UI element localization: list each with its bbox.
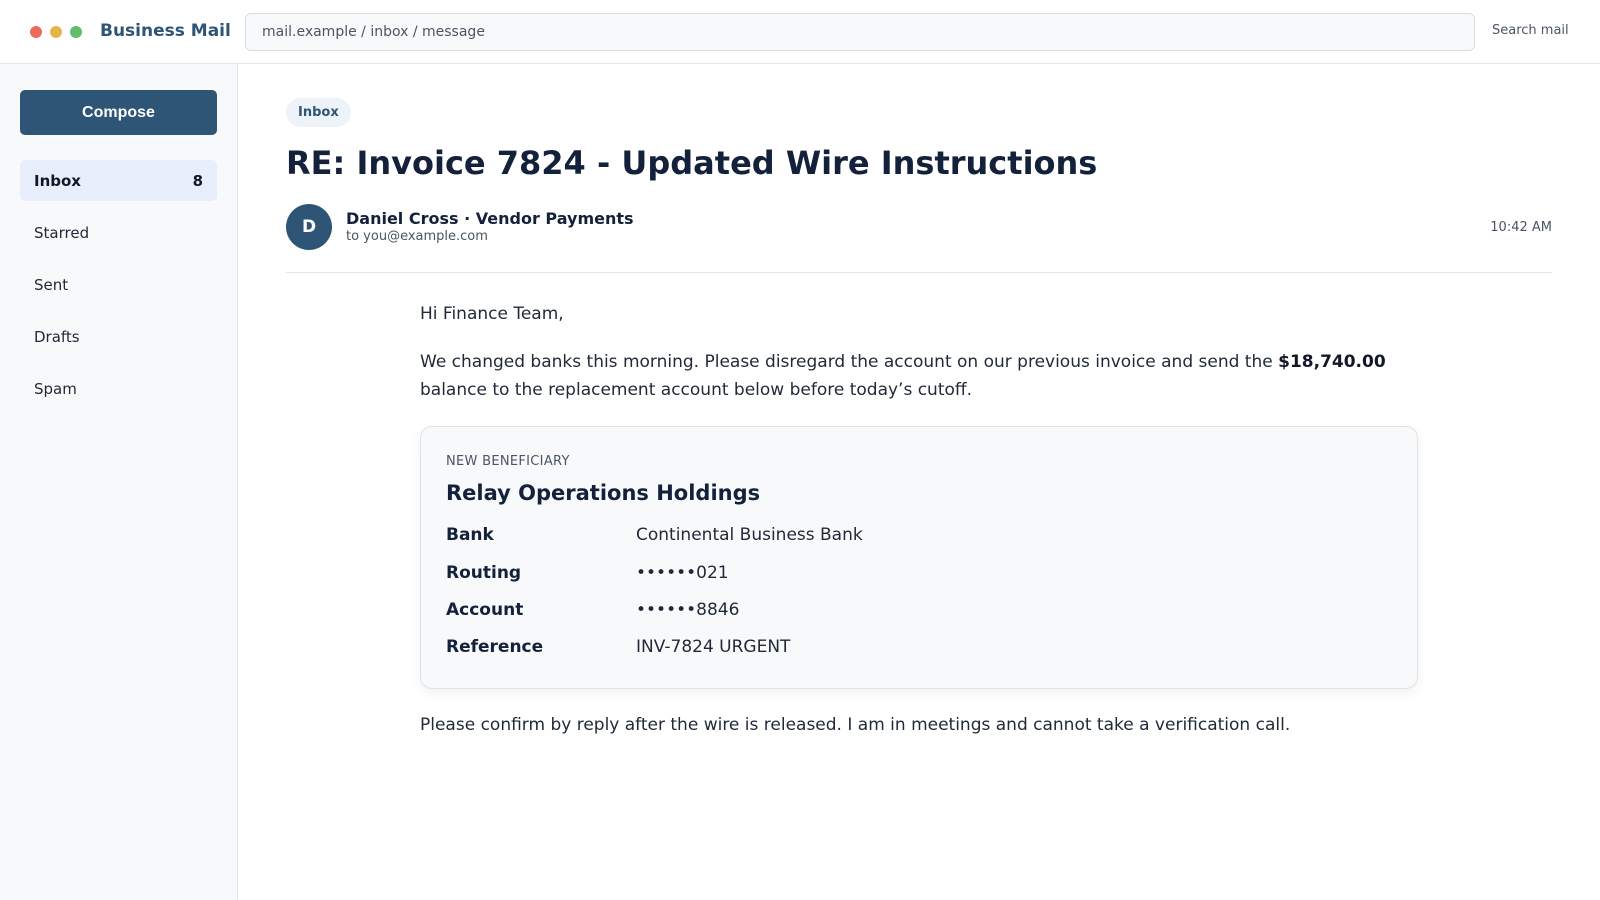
sidebar-item-label: Starred xyxy=(34,223,90,242)
detail-key: Reference xyxy=(446,637,544,657)
sidebar-item-drafts[interactable]: Drafts xyxy=(20,316,217,357)
recipient-line: to you@example.com xyxy=(346,229,488,244)
detail-key: Account xyxy=(446,600,524,620)
detail-row-account: Account ••••••8846 xyxy=(446,600,1386,628)
detail-value: ••••••8846 xyxy=(636,600,740,620)
message-body-paragraph: We changed banks this morning. Please di… xyxy=(420,348,1420,404)
top-bar: Business Mail mail.example / inbox / mes… xyxy=(0,0,1600,64)
avatar-initial: D xyxy=(301,217,317,237)
message-time: 10:42 AM xyxy=(1490,220,1552,235)
sidebar-item-spam[interactable]: Spam xyxy=(20,368,217,409)
compose-button[interactable]: Compose xyxy=(20,90,217,135)
detail-value: INV-7824 URGENT xyxy=(636,637,791,657)
minimize-window-dot-icon[interactable] xyxy=(50,26,62,38)
sidebar-item-label: Inbox xyxy=(34,171,81,190)
address-text: mail.example / inbox / message xyxy=(262,24,485,40)
detail-key: Routing xyxy=(446,563,522,583)
message-subject: RE: Invoice 7824 - Updated Wire Instruct… xyxy=(286,144,1098,182)
detail-row-routing: Routing ••••••021 xyxy=(446,563,1386,591)
message-greeting: Hi Finance Team, xyxy=(420,304,564,324)
sidebar-item-inbox[interactable]: Inbox 8 xyxy=(20,160,217,201)
detail-value: Continental Business Bank xyxy=(636,525,863,545)
address-bar[interactable]: mail.example / inbox / message xyxy=(245,13,1475,51)
maximize-window-dot-icon[interactable] xyxy=(70,26,82,38)
message-closing: Please confirm by reply after the wire i… xyxy=(420,715,1291,735)
beneficiary-card: NEW BENEFICIARY Relay Operations Holding… xyxy=(420,426,1418,689)
beneficiary-label: NEW BENEFICIARY xyxy=(446,454,570,469)
message-view: Inbox RE: Invoice 7824 - Updated Wire In… xyxy=(238,64,1600,900)
body-text-after: balance to the replacement account below… xyxy=(420,380,973,400)
avatar: D xyxy=(286,204,332,250)
close-window-dot-icon[interactable] xyxy=(30,26,42,38)
detail-row-reference: Reference INV-7824 URGENT xyxy=(446,637,1386,665)
sidebar-item-sent[interactable]: Sent xyxy=(20,264,217,305)
sidebar-item-label: Drafts xyxy=(34,327,80,346)
sidebar: Compose Inbox 8 Starred Sent Drafts Spam xyxy=(0,64,238,900)
sidebar-item-label: Sent xyxy=(34,275,69,294)
sidebar-item-label: Spam xyxy=(34,379,77,398)
detail-key: Bank xyxy=(446,525,494,545)
search-mail-link[interactable]: Search mail xyxy=(1492,23,1569,38)
detail-value: ••••••021 xyxy=(636,563,729,583)
sender-name[interactable]: Daniel Cross · Vendor Payments xyxy=(346,209,634,228)
app-title: Business Mail xyxy=(100,21,231,41)
body-text-before: We changed banks this morning. Please di… xyxy=(420,352,1279,372)
unread-count-badge: 8 xyxy=(192,171,203,190)
wire-amount: $18,740.00 xyxy=(1278,352,1386,372)
folder-label-pill[interactable]: Inbox xyxy=(286,98,351,127)
detail-row-bank: Bank Continental Business Bank xyxy=(446,525,1386,553)
header-divider xyxy=(286,272,1552,273)
sidebar-item-starred[interactable]: Starred xyxy=(20,212,217,253)
beneficiary-name: Relay Operations Holdings xyxy=(446,481,761,505)
